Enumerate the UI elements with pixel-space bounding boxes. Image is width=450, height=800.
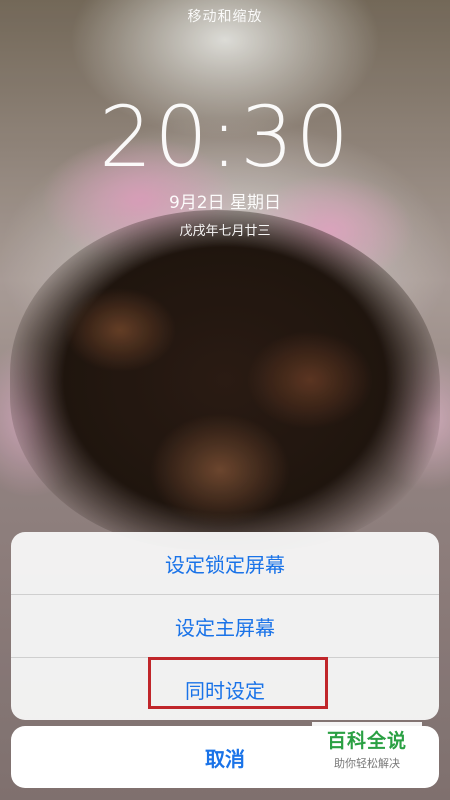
set-home-screen-button[interactable]: 设定主屏幕 <box>11 595 439 658</box>
watermark-title: 百科全说 <box>326 729 407 752</box>
lock-screen-wallpaper-preview: 移动和缩放 20:30 9月2日 星期日 戊戌年七月廿三 设定锁定屏幕 设定主屏… <box>0 0 450 800</box>
set-lock-screen-button[interactable]: 设定锁定屏幕 <box>11 532 439 595</box>
watermark-subtitle: 助你轻松解决 <box>334 756 400 770</box>
lock-screen-lunar-date: 戊戌年七月廿三 <box>179 224 271 239</box>
lock-screen-clock: 20:30 <box>98 88 352 186</box>
wallpaper-action-sheet: 设定锁定屏幕 设定主屏幕 同时设定 <box>11 532 439 720</box>
move-and-scale-hint: 移动和缩放 <box>187 9 263 25</box>
set-both-button[interactable]: 同时设定 <box>11 658 439 720</box>
lock-screen-date: 9月2日 星期日 <box>168 193 282 213</box>
watermark-logo: 百科全说 助你轻松解决 <box>312 722 422 774</box>
